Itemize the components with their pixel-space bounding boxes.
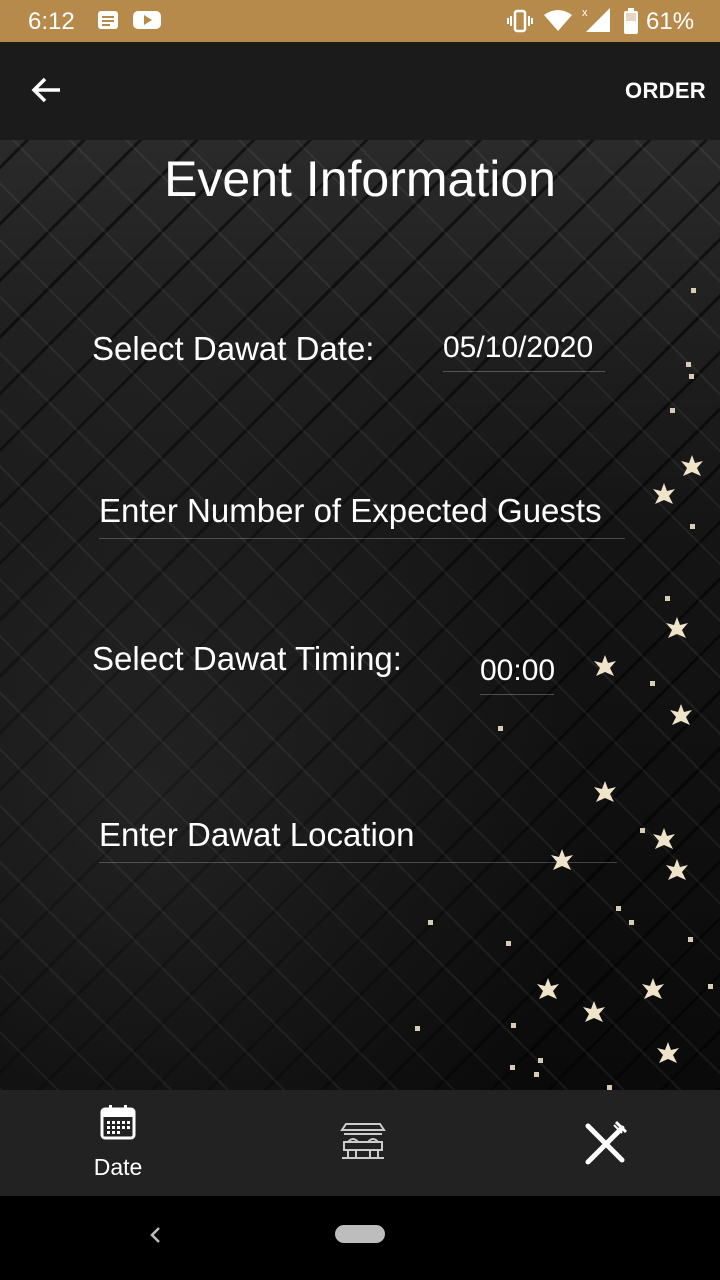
nav-label-date: Date <box>93 1154 143 1180</box>
nav-item-date[interactable]: Date <box>0 1090 240 1196</box>
vibrate-icon <box>507 9 533 40</box>
nav-item-venue[interactable] <box>240 1090 480 1196</box>
nav-item-menu[interactable] <box>480 1090 720 1196</box>
system-navigation-bar <box>0 1196 720 1280</box>
back-arrow-icon <box>30 76 62 109</box>
timing-label: Select Dawat Timing: <box>92 640 402 677</box>
system-back-icon[interactable] <box>140 1220 170 1255</box>
battery-percent: 61% <box>646 8 695 35</box>
stars-decoration <box>415 288 713 1090</box>
calendar-icon <box>100 1104 136 1145</box>
battery-icon <box>624 8 638 41</box>
event-info-form: Event Information Select Dawat Date: 05/… <box>0 140 720 1090</box>
status-time: 6:12 <box>28 8 75 35</box>
page-title: Event Information <box>164 151 556 207</box>
svg-text:x: x <box>582 7 588 19</box>
order-button[interactable]: ORDER <box>625 78 706 104</box>
date-picker-field[interactable]: 05/10/2020 <box>443 331 605 372</box>
bottom-navigation: Date <box>0 1090 720 1196</box>
app-screen: 6:12 x 61% ORDER Event Information Selec… <box>0 0 720 1280</box>
date-label: Select Dawat Date: <box>92 330 375 367</box>
location-input[interactable]: Enter Dawat Location <box>99 816 617 863</box>
cutlery-icon <box>582 1120 628 1171</box>
back-button[interactable] <box>22 68 70 116</box>
notification-icon <box>97 9 119 38</box>
venue-icon <box>340 1118 386 1169</box>
youtube-icon <box>133 9 161 38</box>
signal-icon: x <box>582 6 612 41</box>
wifi-icon <box>543 9 573 40</box>
home-pill-icon[interactable] <box>335 1225 385 1243</box>
guests-input[interactable]: Enter Number of Expected Guests <box>99 492 625 539</box>
timing-picker-field[interactable]: 00:00 <box>480 654 555 695</box>
status-bar: 6:12 x 61% <box>0 0 720 42</box>
app-bar: ORDER <box>0 42 720 140</box>
